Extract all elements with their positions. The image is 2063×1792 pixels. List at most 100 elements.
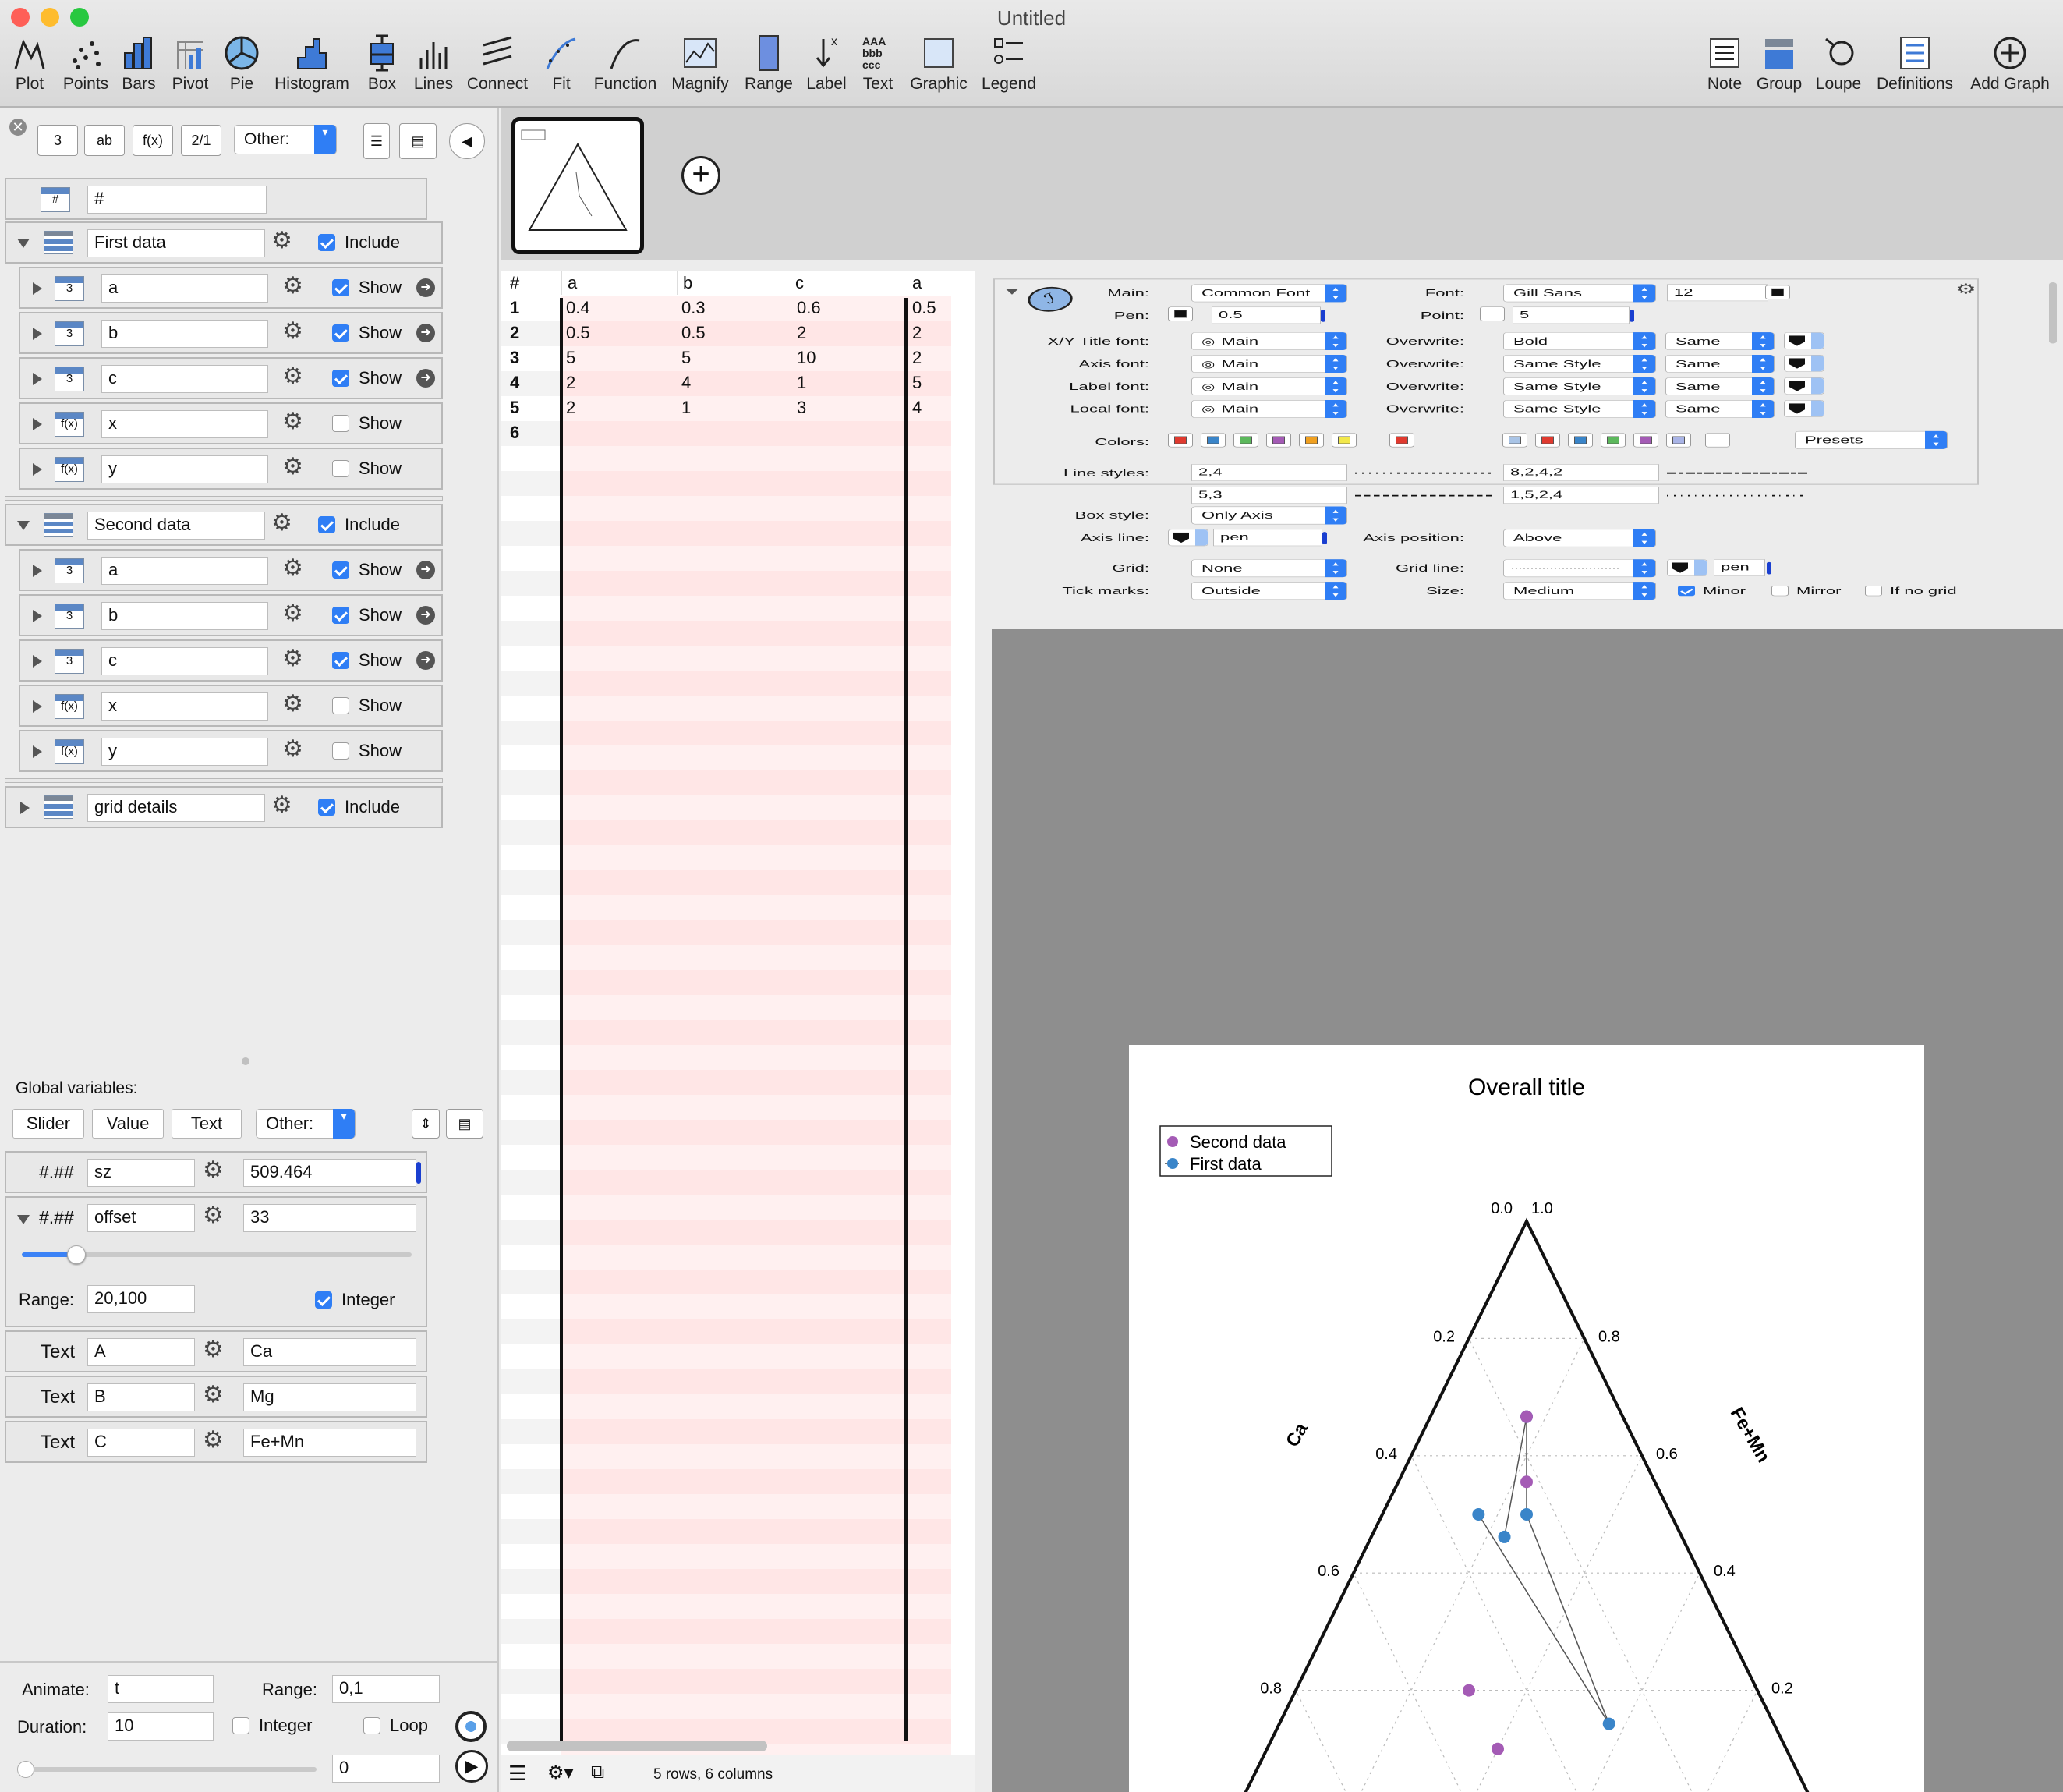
column-row[interactable]: 3 c ⚙ Show ➜	[19, 639, 443, 682]
slider-thumb[interactable]	[1630, 310, 1634, 322]
grid-cell[interactable]: 0.5	[912, 298, 936, 318]
show-checkbox[interactable]	[332, 415, 349, 432]
grid-line-style-select[interactable]: ▴ ▾	[1503, 559, 1656, 578]
tick-size-select[interactable]: Medium ▴ ▾	[1503, 582, 1656, 600]
grid-cell[interactable]: 3	[797, 398, 806, 418]
color-swatch[interactable]	[1266, 433, 1291, 448]
column-header[interactable]: c	[795, 273, 804, 293]
add-graph-icon[interactable]: +	[681, 156, 720, 195]
show-checkbox[interactable]	[332, 279, 349, 296]
pen-color-swatch[interactable]	[1168, 306, 1193, 321]
gear-icon[interactable]: ⚙	[282, 320, 303, 343]
color-swatch[interactable]	[1633, 433, 1658, 448]
point-color-swatch[interactable]	[1480, 306, 1505, 321]
table-header-second[interactable]: Second data ⚙ Include	[5, 504, 443, 546]
table-name-field[interactable]: First data	[87, 229, 265, 257]
disclosure-closed-icon[interactable]	[20, 802, 30, 814]
animate-slider[interactable]	[20, 1767, 317, 1772]
point-size-field[interactable]: 5	[1513, 306, 1630, 324]
variable-value-field[interactable]: Ca	[243, 1338, 416, 1366]
disclosure-open-icon[interactable]	[17, 239, 30, 248]
column-name-field[interactable]: y	[101, 738, 268, 766]
add-text-column-button[interactable]: ab	[84, 125, 125, 156]
disclosure-closed-icon[interactable]	[33, 565, 42, 577]
add-ratio-column-button[interactable]: 2/1	[181, 125, 221, 156]
integer-checkbox[interactable]	[232, 1717, 249, 1734]
column-name-field[interactable]: c	[101, 365, 268, 393]
overwrite-size-select[interactable]: Same ▴ ▾	[1665, 377, 1775, 395]
column-header[interactable]: a	[912, 273, 922, 293]
color-swatch[interactable]	[1299, 433, 1324, 448]
other-column-select[interactable]: Other: ▾	[234, 125, 337, 154]
overwrite-size-select[interactable]: Same ▴ ▾	[1665, 400, 1775, 418]
slider-thumb[interactable]	[1767, 561, 1771, 575]
hash-table-row[interactable]: # #	[5, 178, 427, 220]
include-checkbox[interactable]	[318, 234, 335, 251]
gear-icon[interactable]: ⚙	[282, 557, 303, 580]
table-icon[interactable]: ☰	[508, 1762, 526, 1786]
play-icon[interactable]: ▶	[455, 1750, 488, 1783]
variable-value-field[interactable]: 509.464	[243, 1159, 416, 1187]
column-row[interactable]: f(x) x ⚙ Show	[19, 685, 443, 727]
add-function-column-button[interactable]: f(x)	[133, 125, 173, 156]
disclosure-closed-icon[interactable]	[33, 282, 42, 295]
offset-slider-thumb[interactable]	[67, 1245, 86, 1264]
gear-icon[interactable]: ⚙	[203, 1383, 224, 1407]
gear-icon[interactable]: ⚙	[203, 1159, 224, 1182]
gear-icon[interactable]: ⚙	[282, 738, 303, 761]
toolbar-magnify-button[interactable]: Magnify	[669, 34, 731, 100]
disclosure-closed-icon[interactable]	[33, 373, 42, 385]
overwrite-size-select[interactable]: Same ▴ ▾	[1665, 332, 1775, 351]
disclosure-closed-icon[interactable]	[33, 610, 42, 622]
show-checkbox[interactable]	[332, 697, 349, 714]
box-style-select[interactable]: Only Axis ▴ ▾	[1191, 506, 1347, 525]
text-variable-row[interactable]: Text B ⚙ Mg	[5, 1376, 427, 1418]
toolbar-box-button[interactable]: Box	[360, 34, 404, 100]
color-swatch[interactable]	[1502, 433, 1527, 448]
toolbar-connect-button[interactable]: Connect	[466, 34, 529, 100]
grid-cell[interactable]: 2	[912, 323, 922, 343]
column-name-field[interactable]: x	[101, 410, 268, 438]
duration-field[interactable]: 10	[108, 1712, 214, 1741]
column-header[interactable]: b	[683, 273, 692, 293]
collapse-icon[interactable]: ⇕	[412, 1109, 440, 1139]
overwrite-style-select[interactable]: Bold ▴ ▾	[1503, 332, 1656, 351]
column-name-field[interactable]: b	[101, 602, 268, 630]
gear-menu-icon[interactable]: ⚙▾	[547, 1762, 574, 1784]
gear-icon[interactable]: ⚙	[1955, 282, 1976, 296]
disclosure-open-icon[interactable]	[17, 521, 30, 530]
toolbar-lines-button[interactable]: Lines	[412, 34, 455, 100]
hash-name-field[interactable]: #	[87, 186, 267, 214]
column-row[interactable]: f(x) y ⚙ Show	[19, 448, 443, 490]
table-view-icon[interactable]: ▤	[446, 1109, 483, 1139]
table-name-field[interactable]: Second data	[87, 512, 265, 540]
overwrite-style-select[interactable]: Same Style ▴ ▾	[1503, 377, 1656, 395]
disclosure-closed-icon[interactable]	[33, 328, 42, 340]
disclosure-closed-icon[interactable]	[33, 700, 42, 713]
grid-cell[interactable]: 0.5	[681, 323, 706, 343]
column-name-field[interactable]: a	[101, 557, 268, 585]
arrow-right-circle-icon[interactable]: ➜	[416, 324, 435, 342]
color-swatch[interactable]	[1201, 433, 1226, 448]
include-checkbox[interactable]	[318, 516, 335, 533]
grid-cell[interactable]: 4	[681, 373, 691, 393]
grid-cell[interactable]: 2	[797, 323, 806, 343]
toolbar-histogram-button[interactable]: Histogram	[270, 34, 354, 100]
table-header-grid[interactable]: grid details ⚙ Include	[5, 786, 443, 828]
color-swatch[interactable]	[1535, 433, 1560, 448]
grid-line-pen-field[interactable]: pen	[1714, 559, 1765, 576]
toolbar-text-button[interactable]: AAA bbb ccc Text	[856, 34, 900, 100]
column-header[interactable]: #	[510, 273, 519, 293]
gear-icon[interactable]: ⚙	[271, 512, 292, 535]
overwrite-style-select[interactable]: Same Style ▴ ▾	[1503, 355, 1656, 374]
gear-icon[interactable]: ⚙	[271, 229, 292, 253]
grid-cell[interactable]: 0.4	[566, 298, 590, 318]
toolbar-legend-button[interactable]: Legend	[979, 34, 1039, 100]
show-checkbox[interactable]	[332, 561, 349, 579]
disclosure-closed-icon[interactable]	[33, 745, 42, 758]
color-swatch[interactable]	[1332, 433, 1357, 448]
axis-position-select[interactable]: Above ▴ ▾	[1503, 529, 1656, 547]
mirror-checkbox[interactable]	[1771, 586, 1789, 597]
grid-cell[interactable]: 1	[797, 373, 806, 393]
font-family-select[interactable]: Gill Sans ▴ ▾	[1503, 284, 1656, 303]
